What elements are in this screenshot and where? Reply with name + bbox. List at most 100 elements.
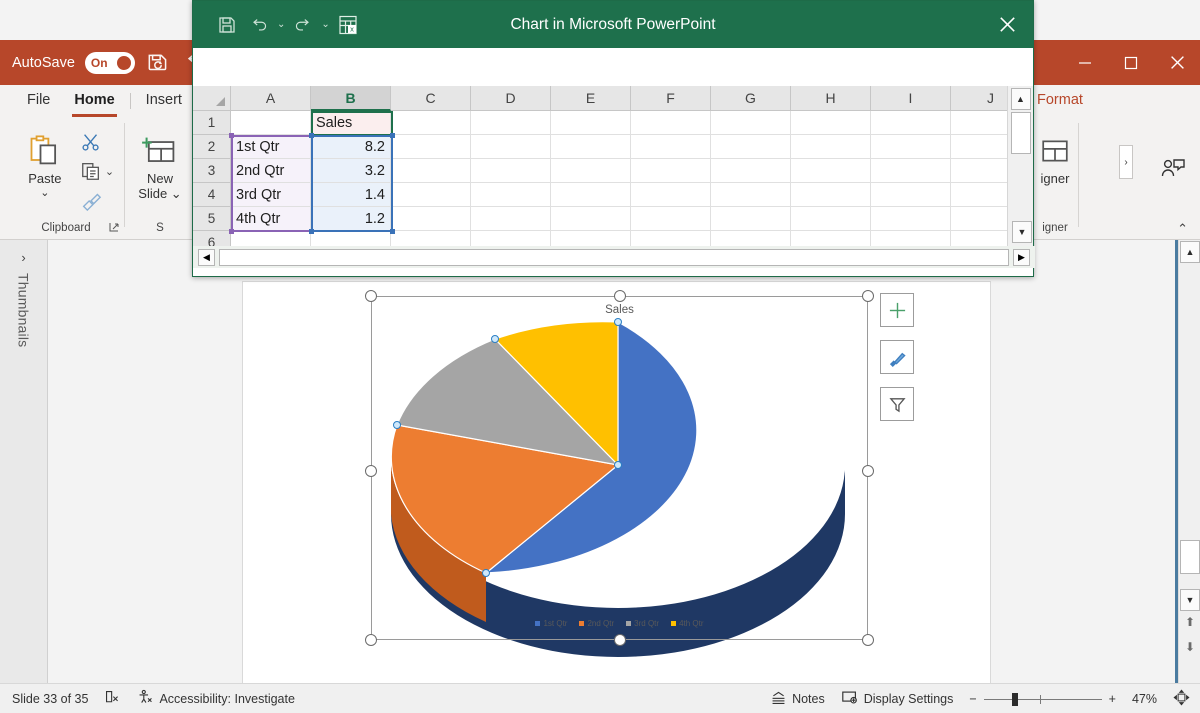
resize-handle-bottom-left[interactable] <box>365 634 377 646</box>
zoom-track[interactable] <box>984 693 1102 705</box>
chevron-down-icon[interactable]: ⌄ <box>105 165 114 178</box>
chevron-down-icon[interactable]: ⌄ <box>277 19 285 30</box>
cell-g5[interactable] <box>711 207 791 231</box>
chart-title[interactable]: Sales <box>371 304 868 316</box>
resize-handle-top-right[interactable] <box>862 290 874 302</box>
column-header-c[interactable]: C <box>391 86 471 111</box>
cell-f3[interactable] <box>631 159 711 183</box>
legend-item[interactable]: 1st Qtr <box>535 619 567 628</box>
column-header-b[interactable]: B <box>311 86 391 111</box>
dialog-launcher-icon[interactable] <box>108 221 120 236</box>
row-header[interactable]: 2 <box>193 135 231 159</box>
save-refresh-icon[interactable] <box>145 50 171 76</box>
cell-a1[interactable] <box>231 111 311 135</box>
chart-data-grid[interactable]: A B C D E F G H I J 1 Sales 2 <box>193 86 1035 246</box>
cell-b4[interactable]: 1.4 <box>311 183 391 207</box>
cell-f1[interactable] <box>631 111 711 135</box>
undo-icon[interactable] <box>245 11 273 39</box>
cell-g3[interactable] <box>711 159 791 183</box>
cell-i1[interactable] <box>871 111 951 135</box>
zoom-thumb[interactable] <box>1012 693 1018 706</box>
cell-i4[interactable] <box>871 183 951 207</box>
column-header-i[interactable]: I <box>871 86 951 111</box>
fit-slide-icon[interactable] <box>1173 689 1190 709</box>
legend-item[interactable]: 4th Qtr <box>671 619 703 628</box>
cut-button[interactable] <box>78 129 116 155</box>
selection-handle[interactable] <box>229 229 234 234</box>
cell-d5[interactable] <box>471 207 551 231</box>
cell-d3[interactable] <box>471 159 551 183</box>
cell-g4[interactable] <box>711 183 791 207</box>
chart-elements-button[interactable] <box>880 293 914 327</box>
selection-handle[interactable] <box>390 133 395 138</box>
close-icon[interactable] <box>1154 40 1200 85</box>
autosave-control[interactable]: AutoSave On <box>0 52 135 74</box>
cell-a5[interactable]: 4th Qtr <box>231 207 311 231</box>
cell-a4[interactable]: 3rd Qtr <box>231 183 311 207</box>
column-header-d[interactable]: D <box>471 86 551 111</box>
accessibility-status[interactable]: Accessibility: Investigate <box>137 689 294 709</box>
format-painter-button[interactable] <box>78 187 116 213</box>
copy-button[interactable]: ⌄ <box>78 158 116 184</box>
scroll-up-button[interactable]: ▲ <box>1180 241 1200 263</box>
row-header[interactable]: 4 <box>193 183 231 207</box>
resize-handle-middle-left[interactable] <box>365 465 377 477</box>
previous-slide-button[interactable]: ⬆ <box>1182 615 1198 629</box>
paste-button[interactable]: Paste ⌄ <box>16 127 74 201</box>
vertical-scrollbar[interactable]: ▲ ▼ ⬆ ⬇ <box>1178 240 1200 683</box>
autosave-toggle[interactable]: On <box>85 52 135 74</box>
scroll-down-button[interactable]: ▼ <box>1180 589 1200 611</box>
cell-c3[interactable] <box>391 159 471 183</box>
resize-handle-middle-right[interactable] <box>862 465 874 477</box>
cell-f2[interactable] <box>631 135 711 159</box>
cell-f5[interactable] <box>631 207 711 231</box>
row-header[interactable]: 1 <box>193 111 231 135</box>
cell-e2[interactable] <box>551 135 631 159</box>
cell-c4[interactable] <box>391 183 471 207</box>
save-icon[interactable] <box>213 11 241 39</box>
cell-i2[interactable] <box>871 135 951 159</box>
cell-g1[interactable] <box>711 111 791 135</box>
column-header-h[interactable]: H <box>791 86 871 111</box>
resize-handle-bottom-right[interactable] <box>862 634 874 646</box>
cell-c2[interactable] <box>391 135 471 159</box>
data-point-handle[interactable] <box>393 421 401 429</box>
selection-handle[interactable] <box>390 229 395 234</box>
excel-vertical-scrollbar[interactable]: ▲ ▼ <box>1007 86 1033 246</box>
scroll-left-button[interactable]: ◀ <box>198 249 215 266</box>
cell-e5[interactable] <box>551 207 631 231</box>
cell-e3[interactable] <box>551 159 631 183</box>
column-header-a[interactable]: A <box>231 86 311 111</box>
column-header-g[interactable]: G <box>711 86 791 111</box>
next-slide-button[interactable]: ⬇ <box>1182 640 1198 654</box>
cell-h3[interactable] <box>791 159 871 183</box>
resize-handle-bottom-center[interactable] <box>614 634 626 646</box>
zoom-slider[interactable]: − + <box>969 692 1116 706</box>
cell-d4[interactable] <box>471 183 551 207</box>
selection-handle[interactable] <box>309 133 314 138</box>
spellcheck-icon[interactable] <box>104 689 121 709</box>
scroll-down-button[interactable]: ▼ <box>1012 221 1032 243</box>
resize-handle-top-left[interactable] <box>365 290 377 302</box>
resize-handle-top-center[interactable] <box>614 290 626 302</box>
excel-horizontal-scrollbar[interactable]: ◀ ▶ <box>193 246 1035 268</box>
chart-filters-button[interactable] <box>880 387 914 421</box>
column-header-f[interactable]: F <box>631 86 711 111</box>
legend-item[interactable]: 2nd Qtr <box>579 619 614 628</box>
tab-insert[interactable]: Insert <box>135 88 193 114</box>
cell-b2[interactable]: 8.2 <box>311 135 391 159</box>
tab-format[interactable]: Format <box>1026 88 1094 114</box>
selection-handle[interactable] <box>309 229 314 234</box>
minimize-icon[interactable] <box>1062 40 1108 85</box>
cell-f4[interactable] <box>631 183 711 207</box>
chevron-right-icon[interactable]: › <box>21 250 25 265</box>
cell-e1[interactable] <box>551 111 631 135</box>
scrollbar-thumb[interactable] <box>1011 112 1031 154</box>
cell-a3[interactable]: 2nd Qtr <box>231 159 311 183</box>
scroll-right-button[interactable]: ▶ <box>1013 249 1030 266</box>
slide[interactable]: Sales 1st Qtr 2nd Qtr 3rd Qtr <box>243 282 990 709</box>
edit-in-excel-icon[interactable]: x <box>334 11 362 39</box>
zoom-level-label[interactable]: 47% <box>1132 692 1157 706</box>
row-header[interactable]: 3 <box>193 159 231 183</box>
chevron-right-icon[interactable]: › <box>1119 145 1133 179</box>
